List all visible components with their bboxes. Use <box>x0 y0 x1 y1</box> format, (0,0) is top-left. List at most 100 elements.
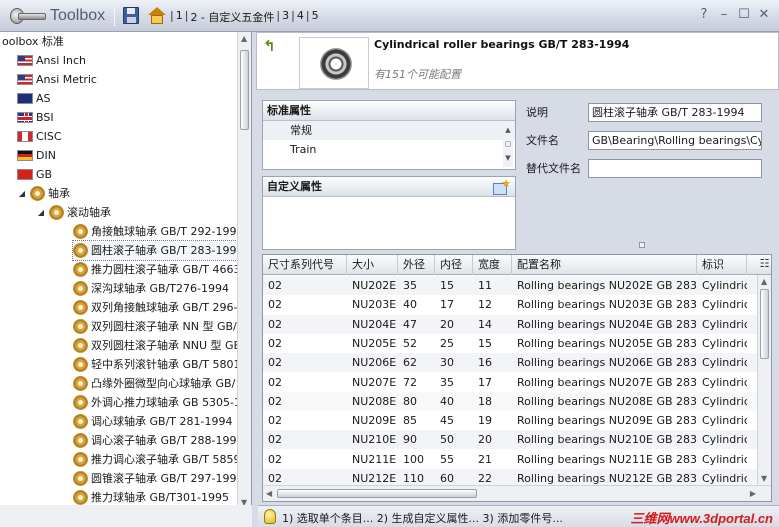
filename-field[interactable]: GB\Bearing\Rolling bearings\Cylinc <box>588 130 762 150</box>
breadcrumb-item-3[interactable]: 3 <box>280 9 291 25</box>
table-row[interactable]: 02 NU203E 40 17 12 Rolling bearings NU203E GB… <box>263 295 757 314</box>
breadcrumb-item-5[interactable]: 5 <box>310 9 321 25</box>
tree-folder-rolling-bearings[interactable]: ◢ 滚动轴承 <box>36 203 111 222</box>
gear-icon <box>49 205 64 220</box>
tree-item[interactable]: 双列角接触球轴承 GB/T 296- <box>73 298 237 317</box>
scroll-thumb[interactable] <box>760 289 769 359</box>
table-cell: 50 <box>440 433 454 447</box>
property-item-general[interactable]: 常规 <box>263 121 515 140</box>
save-icon[interactable] <box>123 7 139 24</box>
gear-icon <box>73 300 88 315</box>
table-cell: Rolling bearings NU207E GB 283-94 <box>517 375 697 389</box>
tree-item[interactable]: 双列圆柱滚子轴承 NNU 型 GE <box>73 336 238 355</box>
tree-item[interactable]: 角接触球轴承 GB/T 292-1994 <box>73 222 238 241</box>
table-cell: 17 <box>478 375 492 389</box>
status-bar: 1) 选取单个条目... 2) 生成自定义属性... 3) 添加零件号... 三… <box>258 505 779 527</box>
tree-item[interactable]: 外调心推力球轴承 GB 5305-1 <box>73 393 238 412</box>
table-row[interactable]: 02 NU206E 62 30 16 Rolling bearings NU206E GB… <box>263 353 757 373</box>
tree-standard-uk[interactable]: BSI <box>17 108 54 127</box>
column-chooser-icon[interactable]: ☷ <box>758 257 771 271</box>
column-header[interactable]: 大小 <box>347 255 398 275</box>
tree-vertical-scrollbar[interactable]: ▲ ▼ <box>237 32 251 509</box>
back-icon[interactable]: ↰ <box>263 38 279 54</box>
table-cell: 85 <box>403 414 417 428</box>
tree-item[interactable]: 圆柱滚子轴承 GB/T 283-1994 <box>71 240 238 261</box>
add-custom-property-icon[interactable]: ★ <box>491 177 511 196</box>
scroll-thumb[interactable] <box>240 50 249 130</box>
property-item-train[interactable]: Train <box>263 140 515 159</box>
tree-standard-us[interactable]: Ansi Metric <box>17 70 97 89</box>
help-icon[interactable]: ? <box>697 7 711 23</box>
scroll-thumb[interactable]: ▢ <box>503 137 513 151</box>
scroll-up-icon[interactable]: ▲ <box>241 34 247 43</box>
table-row[interactable]: 02 NU204E 47 20 14 Rolling bearings NU204E GB… <box>263 314 757 334</box>
tree-item[interactable]: 深沟球轴承 GB/T276-1994 <box>73 279 229 298</box>
scroll-right-icon[interactable]: ▶ <box>750 489 756 498</box>
column-header[interactable]: 尺寸系列代号 <box>263 255 347 275</box>
gear-icon <box>73 376 88 391</box>
window-controls: ? – ☐ ✕ <box>697 7 771 23</box>
tree-standard-us[interactable]: Ansi Inch <box>17 51 86 70</box>
scroll-left-icon[interactable]: ◀ <box>266 489 272 498</box>
table-row[interactable]: 02 NU209E 85 45 19 Rolling bearings NU209E GB… <box>263 411 757 430</box>
breadcrumb-item-4[interactable]: 4 <box>295 9 306 25</box>
tree-item[interactable]: 凸缘外圈微型向心球轴承 GB/ <box>73 374 235 393</box>
tree-item[interactable]: 双列圆柱滚子轴承 NN 型 GB/ <box>73 317 237 336</box>
tree-standard-ca[interactable]: CISC <box>17 127 62 146</box>
column-header[interactable]: 内径 <box>435 255 473 275</box>
table-row[interactable]: 02 NU207E 72 35 17 Rolling bearings NU207E GB… <box>263 373 757 392</box>
tree-item-label: 调心球轴承 GB/T 281-1994 <box>91 415 233 428</box>
description-field[interactable]: 圆柱滚子轴承 GB/T 283-1994 <box>588 102 762 122</box>
scroll-down-icon[interactable]: ▼ <box>761 474 767 483</box>
scroll-down-icon[interactable]: ▼ <box>503 151 513 165</box>
table-cell: 45 <box>440 414 454 428</box>
table-row[interactable]: 02 NU205E 52 25 15 Rolling bearings NU205E GB… <box>263 334 757 353</box>
bearing-preview-image <box>320 48 352 80</box>
table-cell: Cylindric <box>702 452 747 466</box>
description-label: 说明 <box>526 106 548 119</box>
scroll-up-icon[interactable]: ▲ <box>503 123 513 137</box>
column-header[interactable]: 标识 <box>697 255 747 275</box>
tree-item[interactable]: 推力圆柱滚子轴承 GB/T 4663 <box>73 260 238 279</box>
column-header[interactable]: 外径 <box>398 255 435 275</box>
scroll-up-icon[interactable]: ▲ <box>761 277 767 286</box>
table-row[interactable]: 02 NU210E 90 50 20 Rolling bearings NU210E GB… <box>263 430 757 450</box>
tree-standard-cn[interactable]: GB <box>17 165 52 184</box>
properties-scrollbar[interactable]: ▲ ▢ ▼ <box>503 123 513 167</box>
maximize-icon[interactable]: ☐ <box>737 7 751 23</box>
tree-item[interactable]: 推力调心滚子轴承 GB/T 5859 <box>73 450 238 469</box>
minimize-icon[interactable]: – <box>717 7 731 23</box>
tree-item[interactable]: 轻中系列滚针轴承 GB/T 5801 <box>73 355 238 374</box>
home-icon[interactable] <box>148 7 166 24</box>
table-cell: Cylindric <box>702 336 747 350</box>
breadcrumb-item-1[interactable]: 1 <box>174 9 185 25</box>
table-cell: Rolling bearings NU204E GB 283-94 <box>517 317 697 331</box>
collapse-arrow-icon[interactable]: ◢ <box>36 203 46 222</box>
splitter-grip[interactable] <box>639 242 645 248</box>
app-title: Toolbox <box>50 7 106 24</box>
tree-folder-bearings[interactable]: ◢ 轴承 <box>17 184 70 203</box>
table-row[interactable]: 02 NU202E 35 15 11 Rolling bearings NU202E GB… <box>263 276 757 295</box>
collapse-arrow-icon[interactable]: ◢ <box>17 184 27 203</box>
tree-item[interactable]: 调心球轴承 GB/T 281-1994 <box>73 412 232 431</box>
table-horizontal-scrollbar[interactable]: ◀ ▶ <box>263 485 771 501</box>
table-cell: Rolling bearings NU208E GB 283-94 <box>517 394 697 408</box>
column-header[interactable]: 配置名称 <box>512 255 697 275</box>
tree-item[interactable]: 圆锥滚子轴承 GB/T 297-1994 <box>73 469 238 488</box>
tree-standard-de[interactable]: DIN <box>17 146 56 165</box>
watermark: 三维网www.3dportal.cn <box>630 511 773 526</box>
close-icon[interactable]: ✕ <box>757 7 771 23</box>
table-row[interactable]: 02 NU211E 100 55 21 Rolling bearings NU211E G… <box>263 450 757 469</box>
column-header[interactable]: 宽度 <box>473 255 512 275</box>
scroll-thumb[interactable] <box>277 489 477 498</box>
tree-root[interactable]: oolbox 标准 <box>2 32 64 51</box>
table-vertical-scrollbar[interactable]: ▲ ▼ <box>757 275 771 485</box>
tree-folder-rolling-bearings-label: 滚动轴承 <box>67 206 111 219</box>
tree-standard-au[interactable]: AS <box>17 89 51 108</box>
tree-item[interactable]: 调心滚子轴承 GB/T 288-1994 <box>73 431 238 450</box>
alt-filename-field[interactable] <box>588 158 762 178</box>
table-cell: 30 <box>440 356 454 370</box>
table-cell: 19 <box>478 414 492 428</box>
table-row[interactable]: 02 NU208E 80 40 18 Rolling bearings NU208E GB… <box>263 391 757 411</box>
breadcrumb-item-2[interactable]: 2 - 自定义五金件 <box>188 9 276 25</box>
